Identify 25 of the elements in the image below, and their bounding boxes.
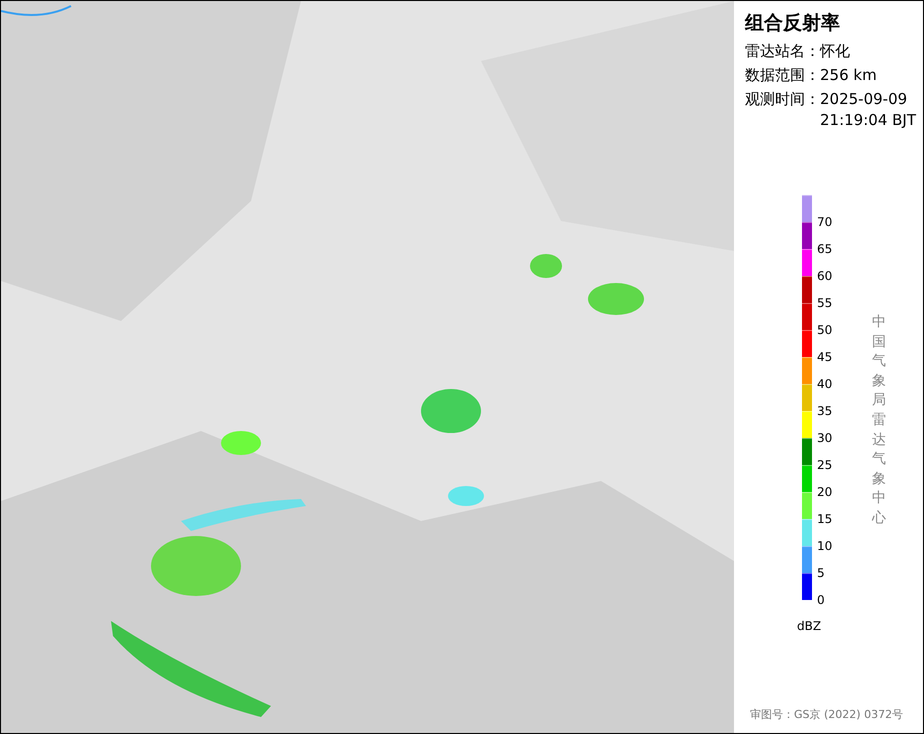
scale-label: 45	[817, 350, 832, 364]
scale-label: 60	[817, 269, 832, 283]
field-label: 数据范围：	[745, 65, 820, 86]
panel-title: 组合反射率	[745, 11, 841, 36]
field-value: 2025-09-09 21:19:04 BJT	[820, 89, 918, 131]
scale-label: 50	[817, 323, 832, 337]
scale-label: 35	[817, 404, 832, 418]
scale-label: 65	[817, 242, 832, 256]
credit-text: 中国气象局雷达气象中心	[872, 313, 886, 528]
field-value: 怀化	[820, 41, 851, 62]
scale-label: 70	[817, 215, 832, 229]
scale-label: 20	[817, 485, 832, 499]
scale-label: 25	[817, 458, 832, 472]
scale-label: 5	[817, 566, 825, 580]
field-label: 观测时间：	[745, 89, 820, 110]
scale-label: 30	[817, 431, 832, 445]
approval-number: 审图号：GS京 (2022) 0372号	[750, 707, 904, 723]
field-label: 雷达站名：	[745, 41, 820, 62]
scale-label: 15	[817, 512, 832, 526]
field-value: 256 km	[820, 65, 878, 86]
unit-label: dBZ	[797, 618, 822, 635]
scale-label: 10	[817, 539, 832, 553]
scale-label: 0	[817, 593, 825, 607]
scale-label: 55	[817, 296, 832, 310]
scale-label: 40	[817, 377, 832, 391]
